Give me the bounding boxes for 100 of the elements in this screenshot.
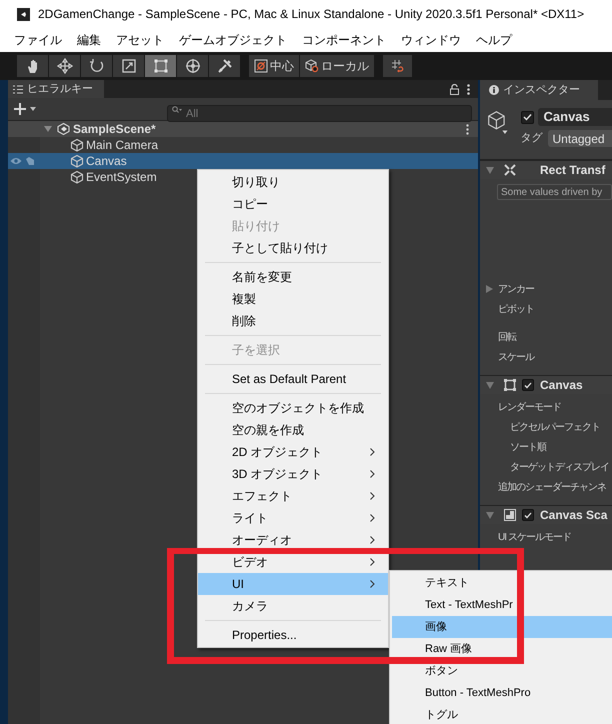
menu-item[interactable]: エフェクト — [198, 485, 388, 507]
scale-tool-icon — [120, 58, 136, 74]
field-label: UI スケールモード — [498, 530, 571, 544]
component-header[interactable]: Canvas Sca — [480, 505, 612, 524]
object-name[interactable]: Main Camera — [86, 136, 158, 154]
object-name[interactable]: EventSystem — [86, 168, 157, 186]
menu-item[interactable]: Set as Default Parent — [198, 368, 388, 390]
list-icon — [13, 84, 23, 94]
cube-icon — [487, 108, 508, 136]
component-checkbox[interactable] — [522, 509, 534, 521]
menu-item[interactable]: 名前を変更 — [198, 266, 388, 288]
unity-logo-icon — [17, 8, 30, 20]
lock-icon[interactable] — [450, 84, 459, 94]
menu-item[interactable]: 削除 — [198, 310, 388, 332]
menu-item[interactable]: テキスト — [392, 572, 612, 594]
cube-icon — [70, 138, 84, 152]
menu-item[interactable]: Properties... — [198, 624, 388, 646]
chevron-right-icon — [370, 470, 375, 478]
rect-tool-icon — [152, 58, 168, 74]
field-label: ソート順 — [510, 440, 546, 454]
checkmark-icon — [524, 382, 532, 388]
menu-item[interactable]: 2D オブジェクト — [198, 441, 388, 463]
menu-item[interactable]: ライト — [198, 507, 388, 529]
tool-button[interactable] — [177, 55, 208, 77]
canvas-scaler-icon — [504, 509, 516, 521]
field-label: タグ — [520, 131, 543, 146]
scene-icon — [57, 123, 70, 135]
menu-item[interactable]: ファイル — [14, 31, 62, 49]
custom-tool-icon — [216, 58, 232, 74]
menu-item[interactable]: 子として貼り付け — [198, 237, 388, 259]
field-label: 追加のシェーダーチャンネ — [498, 480, 606, 494]
cube-icon — [70, 154, 84, 168]
cube-icon — [305, 59, 319, 73]
component-checkbox[interactable] — [522, 379, 534, 391]
tool-button[interactable] — [81, 55, 112, 77]
menu-item[interactable]: 切り取り — [198, 171, 388, 193]
menu-item[interactable]: コンポーネント — [302, 31, 386, 49]
field-label: ターゲットディスプレイ — [510, 460, 609, 474]
toolbar-toggle-button[interactable]: 中心 — [249, 55, 299, 77]
menu-item[interactable]: Raw 画像 — [392, 638, 612, 660]
tool-button[interactable] — [209, 55, 240, 77]
menu-item[interactable]: ビデオ — [198, 551, 388, 573]
menu-item[interactable]: 3D オブジェクト — [198, 463, 388, 485]
menu-item[interactable]: 複製 — [198, 288, 388, 310]
tab-label: インスペクター — [503, 82, 580, 98]
collapsed-arrow-icon[interactable] — [486, 285, 493, 293]
more-options-icon[interactable] — [467, 84, 470, 94]
name-field[interactable]: Canvas — [538, 108, 612, 126]
chevron-right-icon — [370, 514, 375, 522]
menu-item[interactable]: トグル — [392, 704, 612, 724]
expanded-arrow-icon[interactable] — [44, 125, 52, 133]
tool-button[interactable] — [17, 55, 48, 77]
checkmark-icon — [522, 113, 532, 121]
inspector-tab[interactable]: インスペクター — [480, 80, 598, 100]
rotate-tool-icon — [88, 58, 104, 74]
menu-item[interactable]: 画像 — [392, 616, 612, 638]
toolbar-toggle-button[interactable]: ローカル — [300, 55, 374, 77]
component-header[interactable]: Canvas — [480, 375, 612, 394]
menu-item[interactable]: カメラ — [198, 595, 388, 617]
snap-button[interactable] — [383, 55, 412, 77]
menu-item[interactable]: 空のオブジェクトを作成 — [198, 397, 388, 419]
checkmark-icon — [524, 512, 532, 518]
chevron-right-icon — [370, 558, 375, 566]
object-name[interactable]: Canvas — [86, 152, 127, 170]
field-label: ピボット — [498, 302, 534, 316]
add-dropdown-icon[interactable] — [14, 103, 38, 115]
menu-item[interactable]: Text - TextMeshPr — [392, 594, 612, 616]
menu-item[interactable]: コピー — [198, 193, 388, 215]
hierarchy-tab[interactable]: ヒエラルキー — [8, 80, 104, 98]
menu-item[interactable]: 編集 — [77, 31, 101, 49]
tool-button[interactable] — [145, 55, 176, 77]
tag-dropdown[interactable]: Untagged — [548, 130, 612, 147]
chevron-right-icon — [370, 580, 375, 588]
menu-item[interactable]: 空の親を作成 — [198, 419, 388, 441]
menu-item[interactable]: ボタン — [392, 660, 612, 682]
canvas-icon — [504, 379, 516, 391]
grid-snap-icon — [390, 59, 404, 73]
field-label: レンダーモード — [498, 400, 561, 414]
rect-transform-icon — [504, 164, 516, 176]
menu-item[interactable]: アセット — [116, 31, 164, 49]
menu-item[interactable]: UI — [198, 573, 388, 595]
menu-item[interactable]: Button - TextMeshPro — [392, 682, 612, 704]
tool-button[interactable] — [113, 55, 144, 77]
menu-item[interactable]: ウィンドウ — [401, 31, 461, 49]
menu-item[interactable]: ゲームオブジェクト — [179, 31, 287, 49]
tool-button[interactable] — [49, 55, 80, 77]
search-field[interactable]: All — [167, 105, 472, 122]
scene-name[interactable]: SampleScene* — [73, 120, 156, 138]
active-checkbox[interactable] — [520, 110, 534, 124]
more-options-icon[interactable] — [466, 124, 469, 134]
field-label: スケール — [498, 350, 534, 364]
cube-icon — [70, 170, 84, 184]
menu-item[interactable]: ヘルプ — [476, 31, 512, 49]
window-title: 2DGamenChange - SampleScene - PC, Mac & Linux Standalone - Unity 2020.3.5f1 Personal* <DX11> — [38, 6, 584, 23]
menu-item[interactable]: オーディオ — [198, 529, 388, 551]
transform-tool-icon — [184, 58, 200, 74]
chevron-right-icon — [370, 448, 375, 456]
field-label: ピクセルパーフェクト — [510, 420, 600, 434]
component-header[interactable]: Rect Transf — [480, 160, 612, 179]
selected-row-highlight[interactable]: Canvas — [8, 153, 478, 169]
